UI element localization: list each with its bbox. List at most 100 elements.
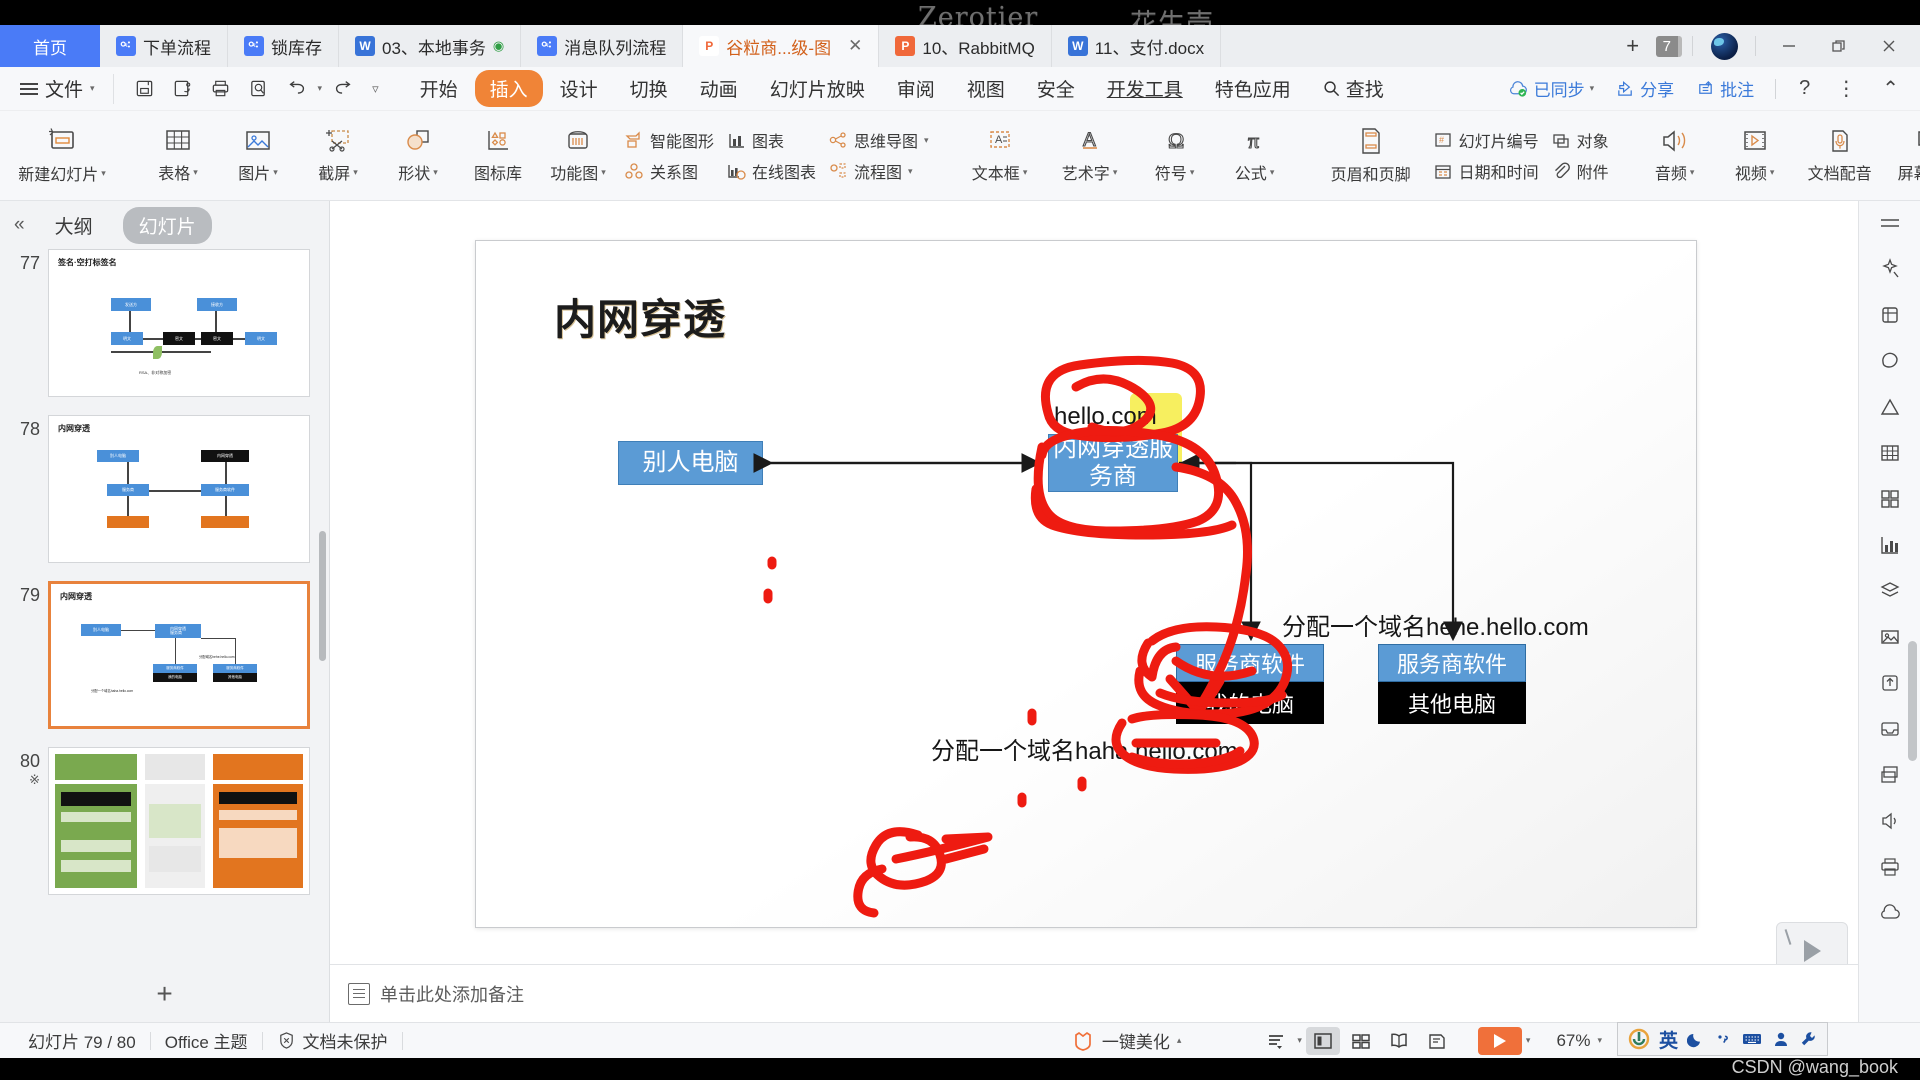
node-other-pc-2[interactable]: 服务商软件 其他电脑 [1378, 644, 1526, 724]
wrench-icon[interactable] [1799, 1030, 1817, 1048]
tab-guilishangcheng-active[interactable]: P 谷粒商...级-图 ✕ [683, 25, 880, 67]
redo-icon[interactable] [326, 74, 360, 104]
shape-blob-icon[interactable] [1870, 345, 1910, 377]
slide-panel-scrollbar[interactable] [319, 531, 326, 661]
customize-quick-access-icon[interactable]: ▿ [364, 81, 379, 97]
help-button[interactable]: ? [1788, 73, 1821, 104]
layers-icon[interactable] [1870, 575, 1910, 607]
printer-icon[interactable] [1870, 851, 1910, 883]
collapse-ribbon-button[interactable]: ⌃ [1871, 72, 1910, 105]
voiceover-button[interactable]: 文档配音 [1795, 116, 1885, 196]
table-button[interactable]: 表格 ▾ [138, 116, 218, 196]
view-slide-sorter-button[interactable] [1344, 1027, 1378, 1055]
slide-thumbnail-item-current[interactable]: 79 内网穿透 别人电脑 内网穿透 服务商 服务商软件 我的电脑 服务商软件 其他… [6, 581, 329, 729]
view-notes-button[interactable] [1420, 1027, 1454, 1055]
notes-pane[interactable]: 单击此处添加备注 [330, 964, 1858, 1022]
start-slideshow-button[interactable] [1477, 1026, 1522, 1055]
ribbon-tab-transition[interactable]: 切换 [615, 70, 683, 107]
beautify-button[interactable]: 一键美化 ▴ [1057, 1028, 1196, 1053]
view-outline-button[interactable] [1259, 1027, 1293, 1055]
user-avatar-button[interactable] [1701, 25, 1747, 67]
node-other-pc[interactable]: 别人电脑 [618, 441, 763, 485]
attachment-button[interactable]: 附件 [1551, 159, 1609, 183]
slide-number-button[interactable]: # 幻灯片编号 [1433, 128, 1539, 152]
textbox-button[interactable]: A 文本框 ▾ [955, 116, 1045, 196]
slide-thumbnail-item[interactable]: 77 签名·空打标签名 发送方 接收方 明文 密文 密文 明文 RSA、非对称加… [6, 249, 329, 397]
tab-rabbitmq[interactable]: P 10、RabbitMQ [879, 25, 1052, 67]
date-time-button[interactable]: 日期和时间 [1433, 159, 1539, 183]
online-chart-button[interactable]: 在线图表 [726, 159, 816, 183]
tab-suokucun[interactable]: 锁库存 [228, 25, 339, 67]
user-icon[interactable] [1772, 1030, 1790, 1048]
inbox-icon[interactable] [1870, 713, 1910, 745]
shapes-button[interactable]: 形状 ▾ [378, 116, 458, 196]
bar-chart-icon[interactable] [1870, 529, 1910, 561]
file-menu-button[interactable]: 文件 ▾ [12, 75, 103, 102]
collapse-panel-icon[interactable]: « [14, 214, 25, 236]
screen-record-button[interactable]: 屏幕录制 [1885, 116, 1920, 196]
chevron-down-icon[interactable]: ▾ [1526, 1035, 1531, 1046]
keyboard-icon[interactable] [1741, 1030, 1763, 1048]
image-icon[interactable] [1870, 621, 1910, 653]
export-icon[interactable] [1870, 667, 1910, 699]
table-grid-icon[interactable] [1870, 437, 1910, 469]
slide-title[interactable]: 内网穿透 [554, 286, 726, 347]
ribbon-tab-insert[interactable]: 插入 [474, 70, 543, 107]
ribbon-tab-featured-apps[interactable]: 特色应用 [1200, 70, 1306, 107]
ribbon-tab-animation[interactable]: 动画 [685, 70, 753, 107]
tab-count-badge[interactable]: 7 [1655, 35, 1682, 57]
picture-button[interactable]: 图片 ▾ [218, 116, 298, 196]
chevron-down-icon[interactable]: ▾ [1297, 1035, 1302, 1046]
flowchart-button[interactable]: 流程图 ▾ [828, 159, 929, 183]
magic-wand-icon[interactable] [1870, 253, 1910, 285]
smartart-button[interactable]: 智能图形 [624, 128, 714, 152]
header-footer-button[interactable]: 页眉和页脚 [1315, 116, 1427, 196]
ribbon-tab-review[interactable]: 审阅 [882, 70, 950, 107]
node-my-pc[interactable]: 服务商软件 我的电脑 [1176, 644, 1324, 724]
undo-icon[interactable] [280, 74, 314, 104]
tab-bendishiwu[interactable]: W 03、本地事务 ◉ [339, 25, 522, 67]
ime-chinese-icon[interactable]: 英 [1659, 1026, 1678, 1053]
frame-icon[interactable] [1870, 299, 1910, 331]
more-options-button[interactable]: ⋮ [1825, 72, 1867, 105]
view-normal-button[interactable] [1305, 1026, 1340, 1055]
slide-thumbnail-79[interactable]: 内网穿透 别人电脑 内网穿透 服务商 服务商软件 我的电脑 服务商软件 其他电脑 … [48, 581, 310, 729]
cloud-icon[interactable] [1870, 897, 1910, 929]
tab-outline[interactable]: 大纲 [39, 207, 109, 244]
symbol-button[interactable]: Ω 符号 ▾ [1135, 116, 1215, 196]
current-slide-canvas[interactable]: 内网穿透 hello.com 别人电脑 内网穿透服 务商 服务商软件 我的电脑 … [475, 240, 1697, 928]
icon-library-button[interactable]: 图标库 [458, 116, 538, 196]
ribbon-tab-slideshow[interactable]: 幻灯片放映 [755, 70, 880, 107]
audio-button[interactable]: 音频 ▾ [1635, 116, 1715, 196]
ime-logo-icon[interactable] [1628, 1028, 1650, 1050]
slide-thumbnail-list[interactable]: 77 签名·空打标签名 发送方 接收方 明文 密文 密文 明文 RSA、非对称加… [0, 249, 329, 966]
share-button[interactable]: 分享 [1607, 72, 1683, 105]
ribbon-tab-view[interactable]: 视图 [952, 70, 1020, 107]
window-minimize-button[interactable] [1764, 25, 1814, 67]
save-icon[interactable] [128, 74, 162, 104]
relation-chart-button[interactable]: 关系图 [624, 159, 714, 183]
punctuation-icon[interactable] [1714, 1030, 1732, 1048]
slide-thumbnail-item[interactable]: 78 内网穿透 别人电脑 内网穿透 服务商 服务商软件 [6, 415, 329, 563]
node-npt-provider[interactable]: 内网穿透服 务商 [1048, 434, 1178, 492]
triangle-icon[interactable] [1870, 391, 1910, 423]
view-reading-button[interactable] [1382, 1027, 1416, 1055]
label-hehe-domain[interactable]: 分配一个域名hehe.hello.com [1282, 607, 1589, 642]
ribbon-tab-design[interactable]: 设计 [545, 70, 613, 107]
new-tab-button[interactable]: + [1610, 25, 1656, 67]
window-restore-button[interactable] [1814, 25, 1864, 67]
ribbon-tab-developer[interactable]: 开发工具 [1092, 70, 1198, 107]
volume-icon[interactable] [1870, 805, 1910, 837]
divider-icon[interactable] [1870, 207, 1910, 239]
moon-icon[interactable] [1687, 1030, 1705, 1048]
print-preview-icon[interactable] [242, 74, 276, 104]
chart-button[interactable]: 图表 [726, 128, 816, 152]
ribbon-tab-security[interactable]: 安全 [1022, 70, 1090, 107]
picture-stack-icon[interactable] [1870, 759, 1910, 791]
tab-close-icon[interactable]: ✕ [848, 36, 862, 56]
sync-status-button[interactable]: 已同步 ▾ [1499, 72, 1604, 105]
zoom-level[interactable]: 67% ▾ [1552, 1031, 1606, 1051]
wordart-button[interactable]: A 艺术字 ▾ [1045, 116, 1135, 196]
save-as-icon[interactable] [166, 74, 200, 104]
slide-thumbnail-80[interactable] [48, 747, 310, 895]
